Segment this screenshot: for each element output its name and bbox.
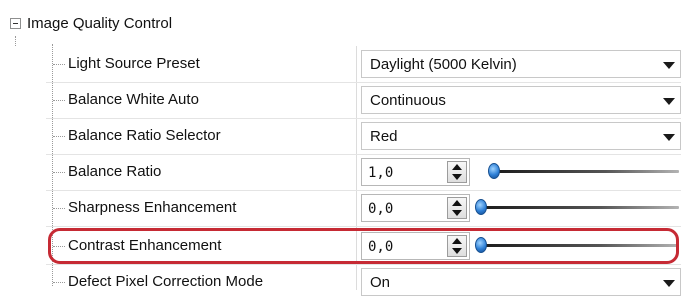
tree-connector-line xyxy=(53,282,65,283)
dropdown-value: On xyxy=(370,274,391,291)
dropdown-value: Continuous xyxy=(370,92,446,109)
category-header-image-quality-control[interactable]: Image Quality Control xyxy=(10,10,172,36)
property-row-balance-ratio: Balance Ratio 1,0 xyxy=(0,154,681,190)
tree-connector-line xyxy=(53,208,65,209)
balance-ratio-slider[interactable] xyxy=(495,170,679,173)
dropdown-value: Red xyxy=(370,128,398,145)
property-row-sharpness-enhancement: Sharpness Enhancement 0,0 xyxy=(0,190,681,226)
spin-buttons[interactable] xyxy=(447,161,467,183)
dropdown-value: Daylight (5000 Kelvin) xyxy=(370,56,517,73)
property-row-balance-ratio-selector: Balance Ratio Selector Red xyxy=(0,118,681,154)
slider-thumb[interactable] xyxy=(488,163,500,179)
property-row-defect-pixel-correction-mode: Defect Pixel Correction Mode On xyxy=(0,264,681,300)
light-source-preset-dropdown[interactable]: Daylight (5000 Kelvin) xyxy=(361,50,681,78)
property-row-light-source-preset: Light Source Preset Daylight (5000 Kelvi… xyxy=(0,46,681,82)
property-label: Balance White Auto xyxy=(68,91,199,108)
property-label: Sharpness Enhancement xyxy=(68,199,237,216)
spin-up-icon[interactable] xyxy=(452,200,462,206)
slider-thumb[interactable] xyxy=(475,199,487,215)
dropdown-arrow-icon[interactable] xyxy=(663,98,675,105)
balance-white-auto-dropdown[interactable]: Continuous xyxy=(361,86,681,114)
dropdown-arrow-icon[interactable] xyxy=(663,134,675,141)
tree-connector-line xyxy=(53,136,65,137)
spinbox-value: 0,0 xyxy=(368,201,394,217)
sharpness-enhancement-slider[interactable] xyxy=(482,206,679,209)
property-label: Light Source Preset xyxy=(68,55,200,72)
sharpness-enhancement-spinbox[interactable]: 0,0 xyxy=(361,194,470,222)
tree-connector-line xyxy=(53,172,65,173)
spinbox-value: 1,0 xyxy=(368,165,394,181)
property-label: Defect Pixel Correction Mode xyxy=(68,273,264,290)
tree-connector-line xyxy=(53,100,65,101)
collapse-minus-icon[interactable] xyxy=(10,17,21,29)
property-row-balance-white-auto: Balance White Auto Continuous xyxy=(0,82,681,118)
highlight-outline xyxy=(48,228,679,264)
category-title: Image Quality Control xyxy=(27,14,173,32)
spin-down-icon[interactable] xyxy=(452,174,462,180)
row-divider xyxy=(46,226,681,227)
spin-up-icon[interactable] xyxy=(452,164,462,170)
spin-buttons[interactable] xyxy=(447,197,467,219)
dropdown-arrow-icon[interactable] xyxy=(663,62,675,69)
dropdown-arrow-icon[interactable] xyxy=(663,280,675,287)
tree-connector-line xyxy=(53,64,65,65)
tree-connector-line xyxy=(15,36,16,46)
balance-ratio-spinbox[interactable]: 1,0 xyxy=(361,158,470,186)
spin-down-icon[interactable] xyxy=(452,210,462,216)
property-label: Balance Ratio xyxy=(68,163,162,180)
balance-ratio-selector-dropdown[interactable]: Red xyxy=(361,122,681,150)
defect-pixel-correction-mode-dropdown[interactable]: On xyxy=(361,268,681,296)
property-label: Balance Ratio Selector xyxy=(68,127,221,144)
